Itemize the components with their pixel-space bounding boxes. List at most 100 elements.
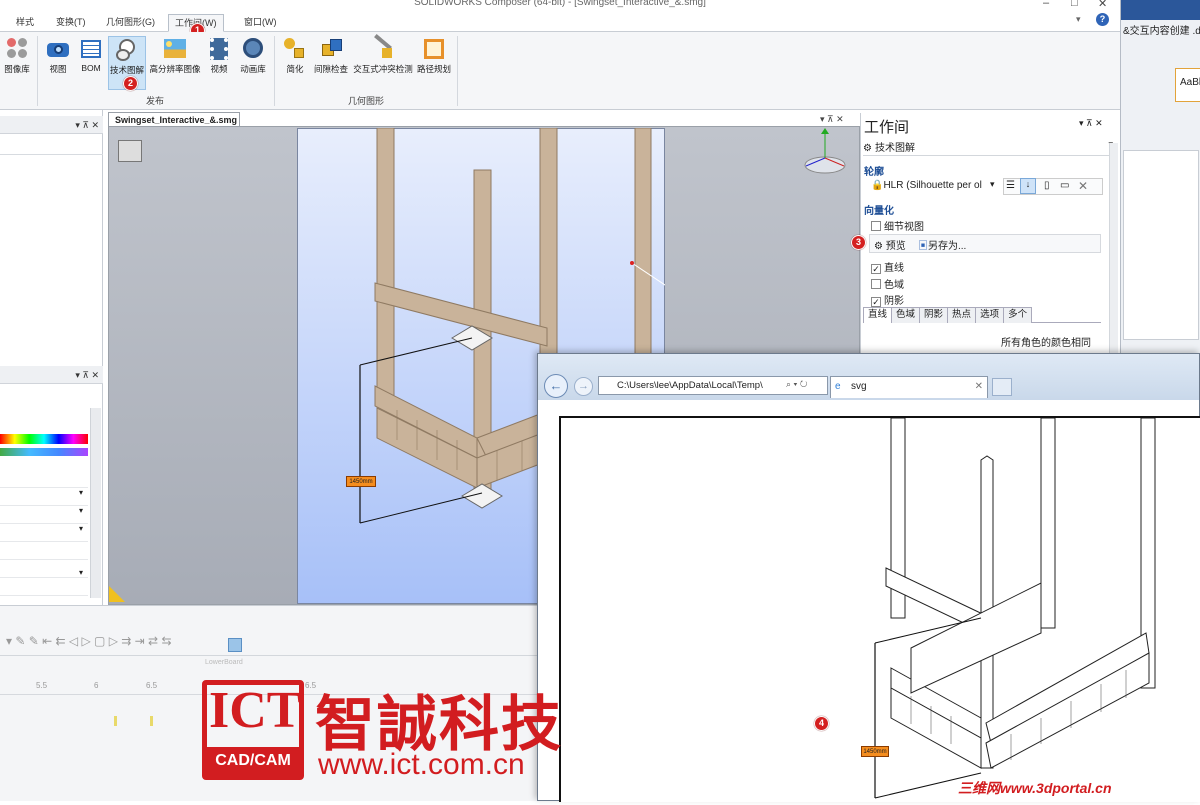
help-icon[interactable]: ?: [1096, 13, 1109, 26]
clearance-check-button[interactable]: 间隙检查: [312, 36, 350, 75]
tick-label: 5.5: [36, 681, 48, 690]
keyframe-marker[interactable]: [114, 716, 117, 726]
back-icon[interactable]: ←: [544, 374, 568, 398]
style-sample[interactable]: AaBl: [1175, 68, 1200, 102]
interactive-collision-label: 交互式冲突检测: [353, 64, 413, 74]
ribbon-collapse-icon[interactable]: ▾: [1076, 14, 1081, 25]
wrench-icon: ⚙: [863, 143, 872, 154]
viewport-controls[interactable]: ▾ ⊼ ✕: [820, 114, 844, 125]
preview-button[interactable]: ⚙ 预览: [874, 237, 906, 252]
wrench-icon: ⚙: [874, 241, 883, 252]
close-tab-icon[interactable]: ✕: [975, 377, 983, 397]
color-gradient-bar[interactable]: [0, 434, 88, 444]
view-cube-button[interactable]: [118, 140, 142, 162]
save-as-button[interactable]: ▣另存为...: [918, 237, 966, 252]
interactive-collision-button[interactable]: 交互式冲突检测: [352, 34, 414, 75]
subtab-multiple[interactable]: 多个: [1003, 307, 1033, 323]
bom-table-icon: [78, 36, 104, 60]
step-badge-3: 3: [851, 235, 866, 250]
chevron-down-icon[interactable]: ▾: [79, 506, 83, 515]
browser-window: ← → C:\Users\lee\AppData\Local\Temp\ ⌕ ▾…: [537, 353, 1200, 802]
keyframe-marker[interactable]: [150, 716, 153, 726]
left-scrollbar[interactable]: [90, 408, 101, 598]
path-planning-icon: [421, 36, 447, 60]
delete-icon[interactable]: ✕: [1078, 179, 1088, 193]
track-label: LowerBoard: [205, 659, 243, 666]
divider: [0, 154, 103, 155]
preview-label: 预览: [885, 241, 906, 252]
doc-page-thumbnail: [1123, 150, 1199, 340]
sort-icon[interactable]: ↓: [1020, 178, 1036, 194]
color-gradient-bar[interactable]: [0, 448, 88, 456]
bom-button[interactable]: BOM: [77, 36, 105, 73]
high-res-image-label: 高分辨率图像: [149, 64, 201, 74]
high-res-image-button[interactable]: 高分辨率图像: [148, 36, 202, 75]
group-separator: [274, 36, 275, 106]
panel-controls[interactable]: ▾ ⊼ ✕: [1079, 118, 1103, 129]
svg-dimension-label[interactable]: 1450mm: [861, 746, 889, 757]
detail-view-checkbox[interactable]: 细节视图: [871, 218, 924, 233]
left-panel: ▾ ⊼ ✕ ▾ ⊼ ✕ ▾ ▾ ▾ ▾: [0, 110, 103, 605]
address-text: C:\Users\lee\AppData\Local\Temp\: [617, 380, 763, 391]
technical-illustration-icon: [114, 37, 140, 61]
timeline-active-icon[interactable]: [228, 638, 242, 652]
color-areas-checkbox[interactable]: 色域: [871, 276, 904, 291]
browser-tab[interactable]: e svg ✕: [830, 376, 988, 398]
video-label: 视频: [210, 64, 228, 74]
tab-transform[interactable]: 变换(T): [50, 14, 92, 32]
document-tab[interactable]: Swingset_Interactive_&.smg: [108, 112, 240, 127]
forward-icon[interactable]: →: [574, 377, 593, 396]
views-button[interactable]: 视图: [44, 36, 72, 75]
chevron-down-icon[interactable]: ▾: [79, 488, 83, 497]
window-title: SOLIDWORKS Composer (64-bit) - [Swingset…: [414, 0, 706, 8]
tab-geometry[interactable]: 几何图形(G): [100, 14, 161, 32]
corner-marker: [109, 586, 125, 602]
subtab-shadows[interactable]: 阴影: [919, 307, 949, 323]
properties-panel-header: ▾ ⊼ ✕: [0, 366, 103, 384]
axis-gizmo-icon[interactable]: [800, 128, 850, 178]
minimize-icon[interactable]: –: [1043, 0, 1049, 9]
video-button[interactable]: 视频: [205, 36, 233, 75]
animation-library-label: 动画库: [240, 64, 266, 74]
profile-dropdown[interactable]: 🔒HLR (Silhouette per ol: [871, 178, 999, 194]
path-planning-label: 路径规划: [416, 64, 451, 74]
tab-style[interactable]: 样式: [10, 14, 40, 32]
edit-icon[interactable]: ▭: [1060, 180, 1069, 191]
lock-icon: 🔒: [871, 180, 884, 191]
maximize-icon[interactable]: □: [1071, 0, 1078, 9]
dimension-label[interactable]: 1450mm: [346, 476, 376, 487]
ribbon-tabs: 样式 变换(T) 几何图形(G) 工作间(W) 窗口(W) ▾ ?: [0, 12, 1120, 32]
animation-library-button[interactable]: 动画库: [238, 36, 268, 75]
new-tab-button[interactable]: [992, 378, 1012, 396]
geometry-group-label: 几何图形: [348, 96, 385, 106]
subtab-hotspots[interactable]: 热点: [947, 307, 977, 323]
search-refresh-icons[interactable]: ⌕ ▾ ↻: [786, 379, 808, 390]
subtab-color-areas[interactable]: 色域: [891, 307, 921, 323]
mode-selector[interactable]: ⚙ 技术图解 ▾: [863, 139, 1117, 156]
lines-checkbox[interactable]: ✓ 直线: [871, 259, 904, 274]
shadows-label: 阴影: [884, 296, 904, 307]
ie-icon: e: [835, 381, 841, 392]
publish-group-label: 发布: [146, 96, 165, 106]
landscape-image-icon: [162, 36, 188, 60]
views-label: 视图: [49, 64, 67, 74]
chevron-down-icon[interactable]: ▾: [79, 524, 83, 533]
technical-illustration-label: 技术图解: [109, 65, 144, 75]
path-planning-button[interactable]: 路径规划: [416, 36, 452, 75]
doc-title: &交互内容创建 .do: [1123, 26, 1200, 37]
subtab-lines[interactable]: 直线: [863, 307, 893, 323]
list-icon[interactable]: ☰: [1006, 180, 1015, 191]
lines-label: 直线: [884, 263, 904, 274]
chevron-down-icon[interactable]: ▾: [990, 179, 995, 190]
collision-icon: [370, 34, 396, 60]
new-icon[interactable]: ▯: [1044, 180, 1050, 191]
tab-window[interactable]: 窗口(W): [238, 14, 283, 32]
subtab-options[interactable]: 选项: [975, 307, 1005, 323]
image-library-button[interactable]: 图像库: [2, 36, 32, 75]
chevron-down-icon[interactable]: ▾: [79, 568, 83, 577]
tick-label: 6.5: [146, 681, 158, 690]
simplify-button[interactable]: 简化: [281, 36, 309, 75]
simplify-label: 简化: [286, 64, 304, 74]
shadows-checkbox[interactable]: ✓ 阴影: [871, 292, 904, 307]
close-icon[interactable]: ✕: [1098, 0, 1107, 10]
